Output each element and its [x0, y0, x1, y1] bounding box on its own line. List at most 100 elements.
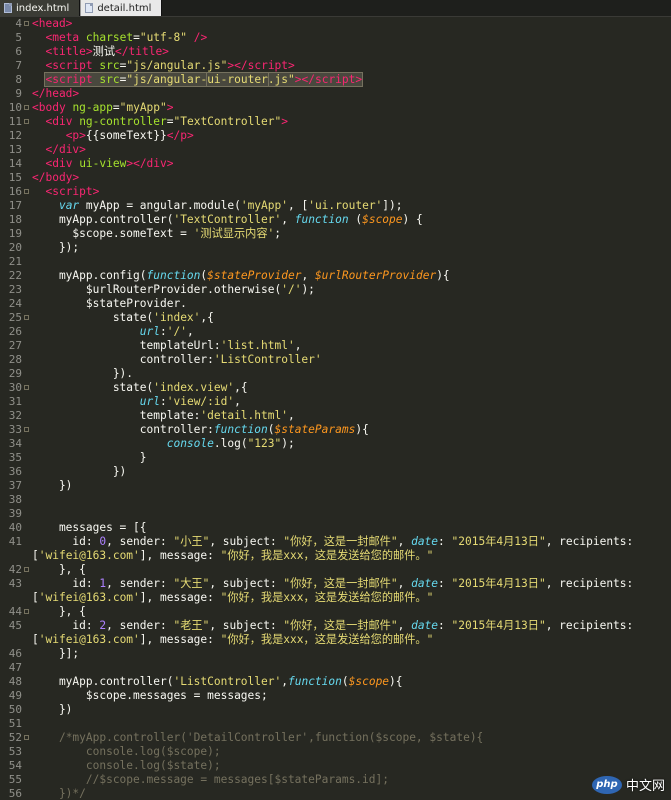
- code-line: 45 id: 2, sender: "老王", subject: "你好，这是一…: [0, 619, 671, 633]
- line-number: 43: [8, 577, 22, 590]
- code-text: }, {: [32, 605, 86, 618]
- line-number: 6: [15, 45, 22, 58]
- tab-label: detail.html: [97, 2, 152, 14]
- file-icon: [4, 3, 12, 13]
- line-number: 24: [8, 297, 22, 310]
- code-line: 24 $stateProvider.: [0, 297, 671, 311]
- code-text: <title>测试</title>: [45, 45, 169, 58]
- code-text: ['wifei@163.com'], message: "你好，我是xxx，这是…: [32, 591, 434, 604]
- code-line: 39: [0, 507, 671, 521]
- line-number: 15: [8, 171, 22, 184]
- fold-marker-icon[interactable]: [24, 119, 29, 124]
- line-number: 48: [8, 675, 22, 688]
- code-line: 54 console.log($state);: [0, 759, 671, 773]
- code-line: 41 id: 0, sender: "小王", subject: "你好，这是一…: [0, 535, 671, 549]
- code-line: 7 <script src="js/angular.js"></script>: [0, 59, 671, 73]
- site-watermark: php 中文网: [591, 775, 665, 794]
- line-number: 53: [8, 745, 22, 758]
- line-number: 46: [8, 647, 22, 660]
- code-text: }];: [32, 647, 80, 660]
- line-number: 7: [15, 59, 22, 72]
- fold-marker-icon[interactable]: [24, 21, 29, 26]
- code-text: }: [32, 451, 147, 464]
- code-text: <script src="js/angular.js"></script>: [45, 59, 295, 72]
- fold-marker-icon[interactable]: [24, 189, 29, 194]
- line-number: 18: [8, 213, 22, 226]
- fold-marker-icon[interactable]: [24, 609, 29, 614]
- code-text: })*/: [32, 787, 86, 800]
- fold-marker-icon[interactable]: [24, 385, 29, 390]
- code-text: id: 0, sender: "小王", subject: "你好，这是一封邮件…: [32, 535, 634, 548]
- line-number: 45: [8, 619, 22, 632]
- code-text: </head>: [32, 87, 80, 100]
- line-number: 8: [15, 73, 22, 86]
- code-text: </body>: [32, 171, 80, 184]
- code-line: 52 /*myApp.controller('DetailController'…: [0, 731, 671, 745]
- code-line: 43 id: 1, sender: "大王", subject: "你好，这是一…: [0, 577, 671, 591]
- line-number: 42: [8, 563, 22, 576]
- line-number: 19: [8, 227, 22, 240]
- code-line: 46 }];: [0, 647, 671, 661]
- fold-marker-icon[interactable]: [24, 735, 29, 740]
- code-line: 14 <div ui-view></div>: [0, 157, 671, 171]
- code-line: 13 </div>: [0, 143, 671, 157]
- code-text: <p>{{someText}}</p>: [65, 129, 194, 142]
- code-text: </div>: [45, 143, 86, 156]
- code-text: /*myApp.controller('DetailController',fu…: [58, 731, 484, 744]
- line-number: 51: [8, 717, 22, 730]
- code-text: }, {: [32, 563, 86, 576]
- php-logo-icon: php: [591, 775, 622, 794]
- code-text: templateUrl:'list.html',: [32, 339, 302, 352]
- code-line: 40 messages = [{: [0, 521, 671, 535]
- code-text: url:'view/:id',: [139, 395, 241, 408]
- code-text: id: 1, sender: "大王", subject: "你好，这是一封邮件…: [32, 577, 634, 590]
- code-text: var myApp = angular.module('myApp', ['ui…: [58, 199, 403, 212]
- code-line: 29 }).: [0, 367, 671, 381]
- line-number: 26: [8, 325, 22, 338]
- line-number: 27: [8, 339, 22, 352]
- line-number: 22: [8, 269, 22, 282]
- code-line: 49 $scope.messages = messages;: [0, 689, 671, 703]
- code-line: 9 </head>: [0, 87, 671, 101]
- line-number: 32: [8, 409, 22, 422]
- code-line: 56 })*/: [0, 787, 671, 800]
- code-text: <script src="js/angular-ui-router.js"></…: [44, 72, 364, 87]
- code-line: 34 console.log("123");: [0, 437, 671, 451]
- code-text: <head>: [32, 17, 73, 30]
- code-text: myApp.config(function($stateProvider, $u…: [32, 269, 450, 282]
- tab-index-html[interactable]: index.html: [0, 0, 81, 16]
- code-text: url:'/',: [139, 325, 194, 338]
- code-text: console.log("123");: [166, 437, 295, 450]
- tab-detail-html[interactable]: detail.html: [80, 0, 163, 16]
- line-number: 52: [8, 731, 22, 744]
- code-text: $urlRouterProvider.otherwise('/');: [32, 283, 315, 296]
- fold-marker-icon[interactable]: [24, 315, 29, 320]
- code-line: 28 controller:'ListController': [0, 353, 671, 367]
- code-line: 11 <div ng-controller="TextController">: [0, 115, 671, 129]
- line-number: 33: [8, 423, 22, 436]
- code-text: <meta charset="utf-8" />: [45, 31, 208, 44]
- fold-marker-icon[interactable]: [24, 567, 29, 572]
- fold-marker-icon[interactable]: [24, 105, 29, 110]
- code-line: ['wifei@163.com'], message: "你好，我是xxx，这是…: [0, 591, 671, 605]
- file-icon: [85, 3, 94, 13]
- fold-marker-icon[interactable]: [24, 427, 29, 432]
- code-line: 37 }): [0, 479, 671, 493]
- code-text: <script>: [45, 185, 100, 198]
- code-text: template:'detail.html',: [32, 409, 295, 422]
- code-line: 55 //$scope.message = messages[$statePar…: [0, 773, 671, 787]
- code-text: $scope.messages = messages;: [32, 689, 268, 702]
- code-line: 21: [0, 255, 671, 269]
- code-text: <div ng-controller="TextController">: [45, 115, 289, 128]
- code-line: 48 myApp.controller('ListController',fun…: [0, 675, 671, 689]
- code-line: 38: [0, 493, 671, 507]
- line-number: 25: [8, 311, 22, 324]
- code-text: }): [32, 703, 73, 716]
- code-line: 8 <script src="js/angular-ui-router.js">…: [0, 72, 671, 87]
- line-number: 38: [8, 493, 22, 506]
- code-line: 6 <title>测试</title>: [0, 45, 671, 59]
- line-number: 13: [8, 143, 22, 156]
- code-text: $stateProvider.: [32, 297, 187, 310]
- code-line: 42 }, {: [0, 563, 671, 577]
- code-line: ['wifei@163.com'], message: "你好，我是xxx，这是…: [0, 549, 671, 563]
